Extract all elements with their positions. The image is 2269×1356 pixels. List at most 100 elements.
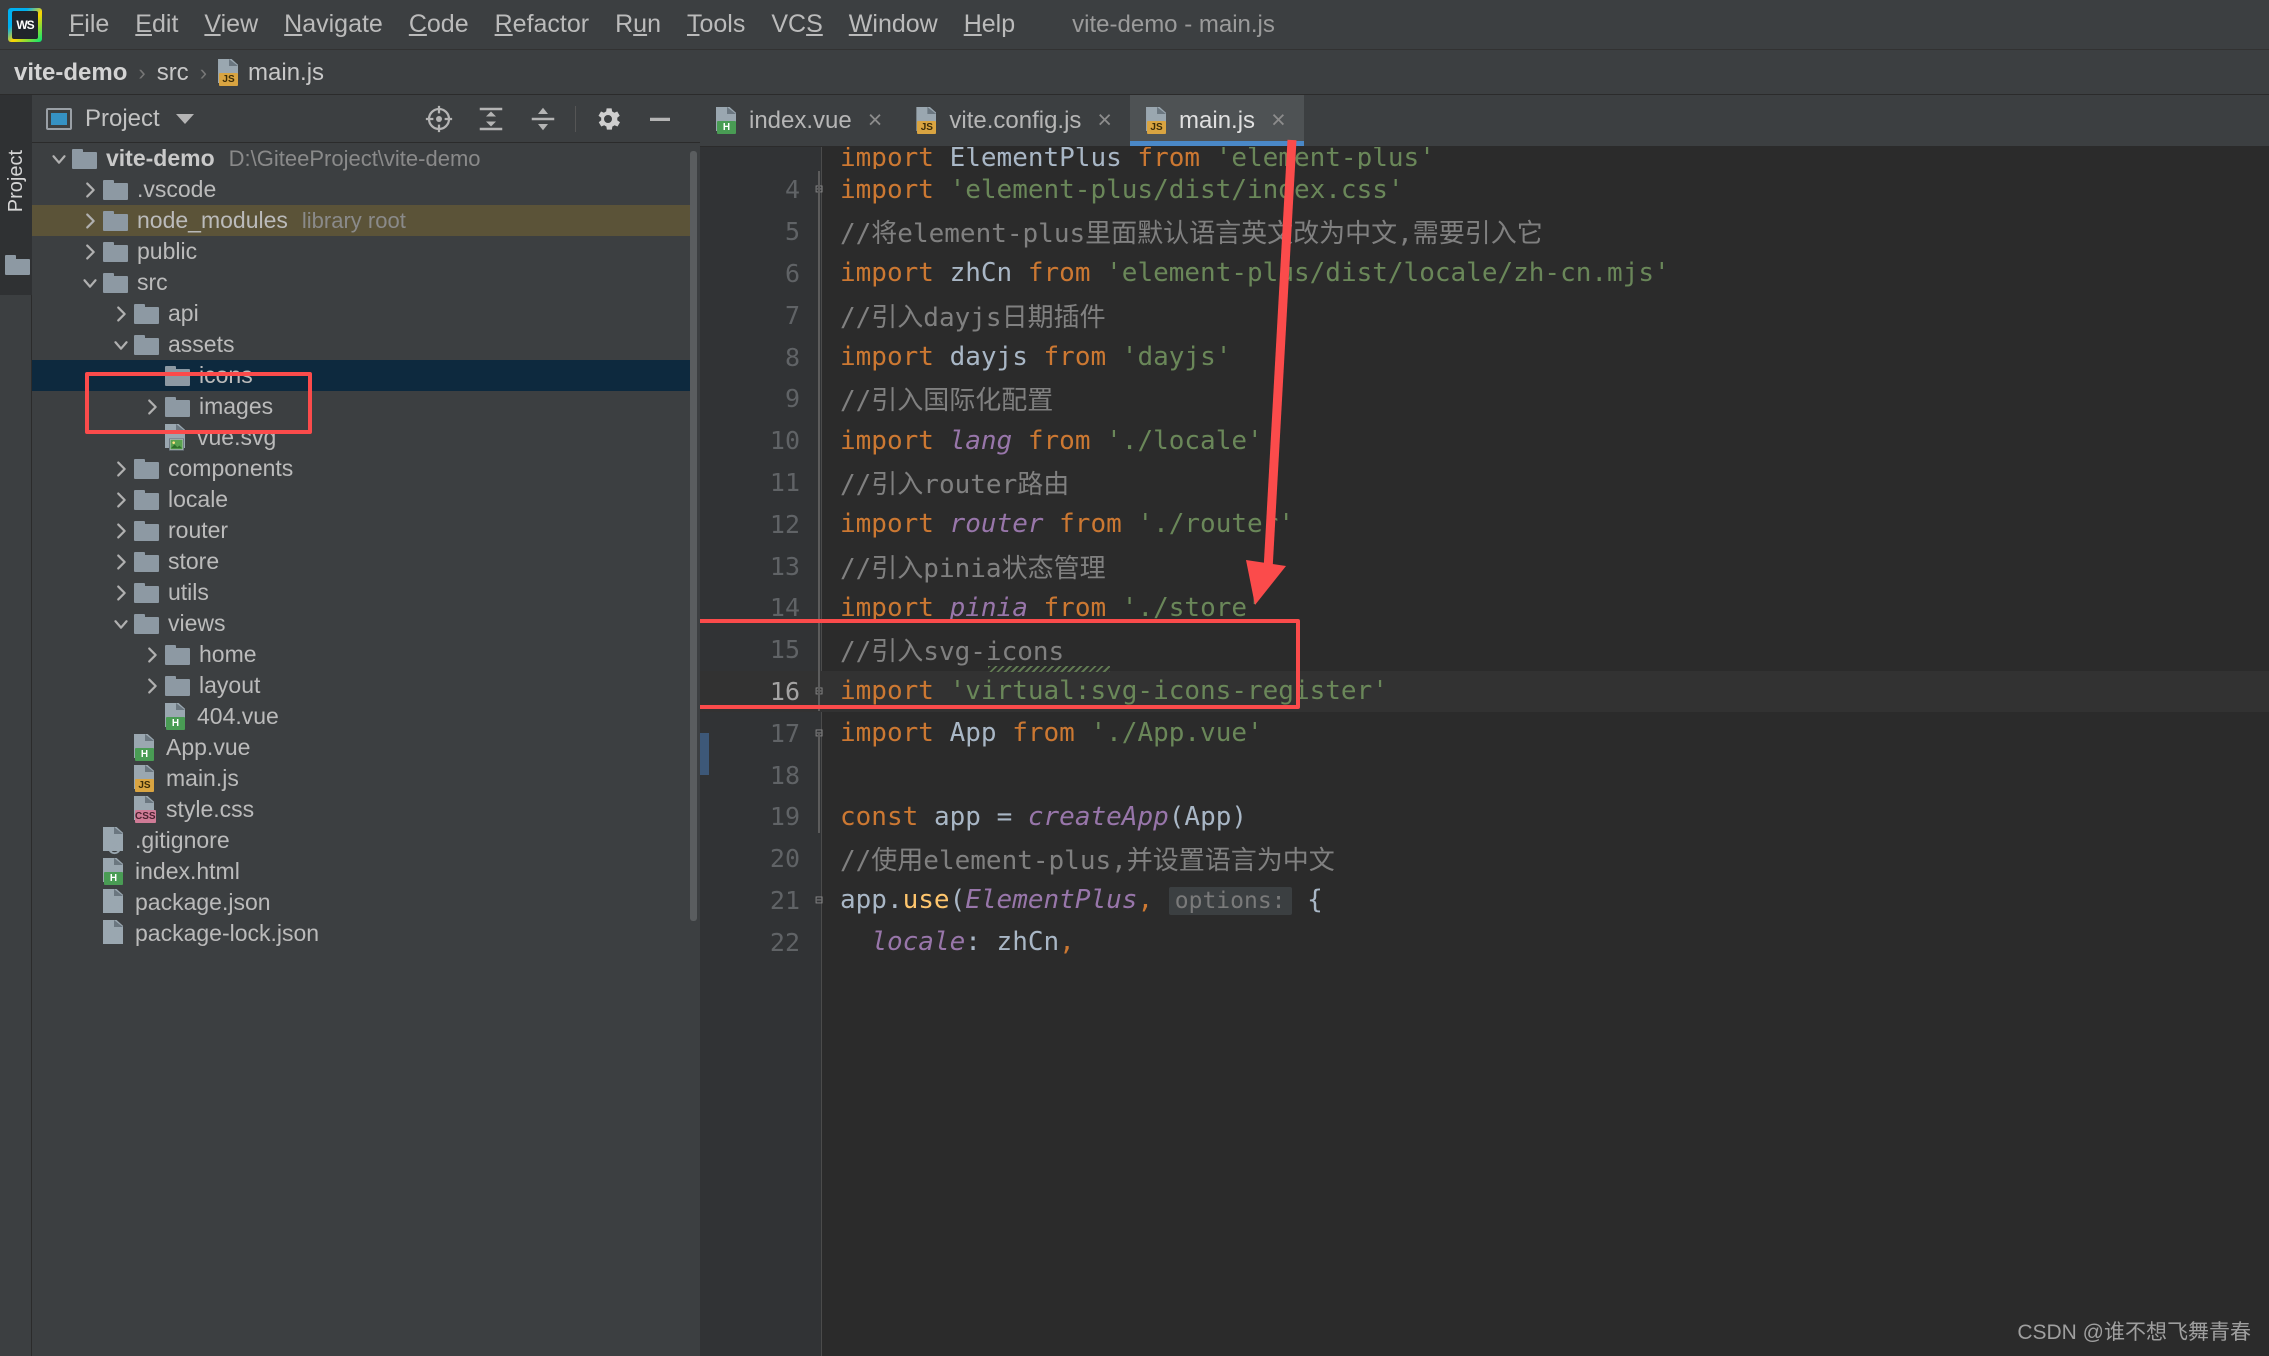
tree-indent xyxy=(77,828,103,854)
tree-node-images[interactable]: images xyxy=(32,391,690,422)
fold-region-line xyxy=(818,733,820,833)
tree-node-public[interactable]: public xyxy=(32,236,690,267)
chevron-down-icon[interactable] xyxy=(176,114,194,124)
line-text: //引入dayjs日期插件 xyxy=(840,297,2269,334)
breadcrumb-item-project[interactable]: vite-demo xyxy=(14,59,127,87)
chevron-right-icon[interactable] xyxy=(108,301,134,327)
html-file-icon: H xyxy=(134,734,157,761)
folder-icon xyxy=(134,614,159,634)
tree-node-404-vue[interactable]: H404.vue xyxy=(32,701,690,732)
chevron-down-icon[interactable] xyxy=(108,611,134,637)
menu-item-window[interactable]: Window xyxy=(836,10,951,39)
collapse-all-icon[interactable] xyxy=(517,95,569,143)
line-number: 9 xyxy=(700,384,800,413)
tree-node--vscode[interactable]: .vscode xyxy=(32,174,690,205)
tree-node-package-lock-json[interactable]: package-lock.json xyxy=(32,918,690,949)
hide-panel-icon[interactable] xyxy=(634,95,686,143)
menu-item-refactor[interactable]: Refactor xyxy=(482,10,603,39)
tree-node-style-css[interactable]: CSSstyle.css xyxy=(32,794,690,825)
code-line: import ElementPlus from 'element-plus' xyxy=(700,147,2269,169)
tree-node-components[interactable]: components xyxy=(32,453,690,484)
tree-node-vue-svg[interactable]: vue.svg xyxy=(32,422,690,453)
editor-tab-main-js[interactable]: JSmain.js× xyxy=(1130,95,1304,146)
line-text: locale: zhCn, xyxy=(840,927,2269,957)
menu-bar: WS FileEditViewNavigateCodeRefactorRunTo… xyxy=(0,0,2269,50)
chevron-right-icon[interactable] xyxy=(139,673,165,699)
chevron-down-icon[interactable] xyxy=(77,270,103,296)
expand-collapse-icon[interactable] xyxy=(465,95,517,143)
code-folding-marker[interactable]: ⊟ xyxy=(808,893,830,908)
chevron-right-icon[interactable] xyxy=(139,394,165,420)
code-line-21: 21⊟app.use(ElementPlus, options: { xyxy=(700,880,2269,922)
tree-node-icons[interactable]: icons xyxy=(32,360,690,391)
chevron-right-icon[interactable] xyxy=(108,580,134,606)
close-icon[interactable]: × xyxy=(862,108,889,133)
project-panel-toolbar xyxy=(413,95,686,143)
tree-node-label: App.vue xyxy=(166,734,250,761)
menu-item-code[interactable]: Code xyxy=(396,10,482,39)
folder-icon xyxy=(134,335,159,355)
tree-node-utils[interactable]: utils xyxy=(32,577,690,608)
code-line-10: 10import lang from './locale' xyxy=(700,420,2269,462)
locate-target-icon[interactable] xyxy=(413,95,465,143)
tree-node-index-html[interactable]: Hindex.html xyxy=(32,856,690,887)
menu-item-vcs[interactable]: VCS xyxy=(758,10,835,39)
webstorm-window: WS FileEditViewNavigateCodeRefactorRunTo… xyxy=(0,0,2269,1356)
chevron-down-icon[interactable] xyxy=(46,146,72,172)
html-file-icon: H xyxy=(165,703,188,730)
editor-tab-index-vue[interactable]: Hindex.vue× xyxy=(700,95,900,146)
line-text: import ElementPlus from 'element-plus' xyxy=(840,147,2269,169)
chevron-right-icon[interactable] xyxy=(108,487,134,513)
chevron-right-icon[interactable] xyxy=(77,239,103,265)
tree-node-router[interactable]: router xyxy=(32,515,690,546)
tree-node-main-js[interactable]: JSmain.js xyxy=(32,763,690,794)
settings-gear-icon[interactable] xyxy=(582,95,634,143)
menu-item-view[interactable]: View xyxy=(191,10,271,39)
menu-item-tools[interactable]: Tools xyxy=(674,10,758,39)
breadcrumb-item-src[interactable]: src xyxy=(157,59,189,87)
tree-node-home[interactable]: home xyxy=(32,639,690,670)
line-text: //使用element-plus,并设置语言为中文 xyxy=(840,840,2269,877)
menu-item-run[interactable]: Run xyxy=(602,10,674,39)
tree-node-assets[interactable]: assets xyxy=(32,329,690,360)
tree-node-label: main.js xyxy=(166,765,239,792)
chevron-right-icon[interactable] xyxy=(108,456,134,482)
line-number: 8 xyxy=(700,343,800,372)
tree-node--gitignore[interactable]: .gitignore xyxy=(32,825,690,856)
tree-node-label: package.json xyxy=(135,889,271,916)
menu-item-help[interactable]: Help xyxy=(951,10,1028,39)
breadcrumb-item-file[interactable]: main.js xyxy=(248,59,324,87)
chevron-right-icon[interactable] xyxy=(139,642,165,668)
chevron-right-icon[interactable] xyxy=(108,549,134,575)
tree-node-locale[interactable]: locale xyxy=(32,484,690,515)
project-file-tree[interactable]: vite-demoD:\GiteeProject\vite-demo.vscod… xyxy=(32,143,690,1356)
menu-item-file[interactable]: File xyxy=(56,10,122,39)
menu-item-edit[interactable]: Edit xyxy=(122,10,191,39)
html-file-icon: H xyxy=(103,858,126,885)
tree-node-vite-demo[interactable]: vite-demoD:\GiteeProject\vite-demo xyxy=(32,143,690,174)
tree-node-package-json[interactable]: package.json xyxy=(32,887,690,918)
chevron-right-icon[interactable] xyxy=(77,177,103,203)
tree-node-app-vue[interactable]: H App.vue xyxy=(32,732,690,763)
editor-tab-vite-config-js[interactable]: JSvite.config.js× xyxy=(900,95,1130,146)
project-tool-window: Project xyxy=(32,95,700,1356)
tree-node-api[interactable]: api xyxy=(32,298,690,329)
tree-node-views[interactable]: views xyxy=(32,608,690,639)
chevron-right-icon[interactable] xyxy=(108,518,134,544)
editor-tab-bar[interactable]: Hindex.vue×JSvite.config.js×JSmain.js× xyxy=(700,95,2269,147)
folder-icon xyxy=(134,521,159,541)
close-icon[interactable]: × xyxy=(1265,108,1292,133)
line-number: 6 xyxy=(700,259,800,288)
project-panel-scrollbar[interactable] xyxy=(690,151,697,921)
tree-node-label: .vscode xyxy=(137,176,216,203)
tree-node-src[interactable]: src xyxy=(32,267,690,298)
tree-node-node-modules[interactable]: node_moduleslibrary root xyxy=(32,205,690,236)
tree-node-store[interactable]: store xyxy=(32,546,690,577)
chevron-right-icon[interactable] xyxy=(77,208,103,234)
line-text: //引入svg-icons xyxy=(840,631,2269,668)
chevron-down-icon[interactable] xyxy=(108,332,134,358)
tree-node-layout[interactable]: layout xyxy=(32,670,690,701)
close-icon[interactable]: × xyxy=(1091,108,1118,133)
menu-item-navigate[interactable]: Navigate xyxy=(271,10,396,39)
code-editor[interactable]: import ElementPlus from 'element-plus'4⊟… xyxy=(700,147,2269,1356)
